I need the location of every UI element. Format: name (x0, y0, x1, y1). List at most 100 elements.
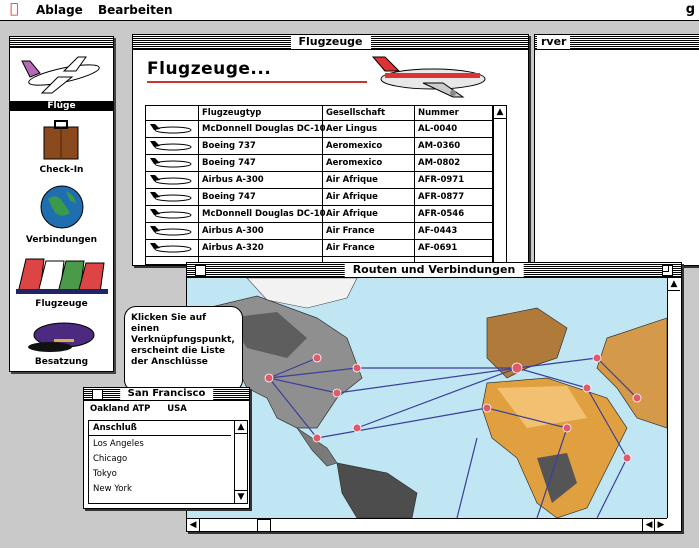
tool-label: Verbindungen (25, 235, 98, 245)
tool-check-in[interactable]: Check-In (10, 119, 113, 179)
cell-type: McDonnell Douglas DC-10 (202, 124, 326, 134)
scroll-down-arrow-icon[interactable]: ▼ (235, 490, 247, 503)
table-row[interactable]: McDonnell Douglas DC-10 Aer Lingus AL-00… (146, 121, 506, 138)
col-header-company[interactable]: Gesellschaft (326, 108, 385, 118)
list-item[interactable]: Chicago (93, 454, 127, 464)
tool-verbindungen[interactable]: Verbindungen (10, 183, 113, 249)
cell-type: Boeing 737 (202, 141, 256, 151)
cell-type: Boeing 747 (202, 192, 256, 202)
sf-window-title: San Francisco (119, 388, 214, 400)
close-box-icon[interactable] (92, 389, 103, 400)
pilot-cap-icon (28, 322, 95, 352)
cell-type: Airbus A-320 (202, 243, 264, 253)
sf-titlebar[interactable]: San Francisco (84, 388, 249, 401)
list-item[interactable]: New York (93, 484, 132, 494)
menu-right-fragment: g (685, 2, 695, 17)
scroll-up-arrow-icon[interactable]: ▲ (235, 421, 247, 434)
world-map-graphic (187, 278, 667, 518)
list-header: Anschluß (89, 421, 231, 436)
connections-list: Anschluß Los Angeles Chicago Tokyo New Y… (88, 420, 248, 504)
tool-palette: Flüge Check-In Verbindungen Flugzeuge Be… (9, 36, 114, 372)
table-row[interactable]: Boeing 747 Air Afrique AFR-0877 (146, 189, 506, 206)
menu-ablage[interactable]: Ablage (36, 3, 83, 17)
flugzeuge-titlebar[interactable]: Flugzeuge (133, 35, 528, 50)
scroll-thumb[interactable] (257, 519, 271, 532)
table-row[interactable]: McDonnell Douglas DC-10 Air Afrique AFR-… (146, 206, 506, 223)
close-box-icon[interactable] (195, 265, 206, 276)
airline-tails-icon (16, 258, 108, 294)
airplane-icon (150, 192, 192, 202)
airplane-icon (21, 56, 100, 94)
san-francisco-window: San Francisco Oakland ATP USA Anschluß L… (83, 387, 250, 509)
airport-country: USA (167, 404, 187, 414)
cell-company: Air Afrique (326, 175, 378, 185)
airplane-icon (150, 158, 192, 168)
tool-label: Flüge (10, 101, 113, 111)
cell-company: Aer Lingus (326, 124, 378, 134)
table-row[interactable]: Airbus A-300 Air Afrique AFR-0971 (146, 172, 506, 189)
cell-number: AM-0360 (418, 141, 461, 151)
table-row[interactable]: Airbus A-300 Air France AF-0443 (146, 223, 506, 240)
cell-company: Air Afrique (326, 209, 378, 219)
list-item[interactable]: Tokyo (93, 469, 117, 479)
menu-bearbeiten[interactable]: Bearbeiten (98, 3, 173, 17)
tool-flugzeuge[interactable]: Flugzeuge (10, 253, 113, 313)
cell-company: Aeromexico (326, 141, 383, 151)
cell-number: AM-0802 (418, 158, 461, 168)
tool-label: Besatzung (34, 357, 89, 367)
airplane-icon (150, 124, 192, 134)
scroll-left-arrow-icon[interactable]: ◀ (187, 519, 200, 531)
table-header: Flugzeugtyp Gesellschaft Nummer (146, 106, 506, 121)
routen-window: Routen und Verbindungen ▲ ◀ ◀ ▶ (186, 262, 682, 532)
table-row[interactable]: Airbus A-320 Air France AF-0691 (146, 240, 506, 257)
cell-number: AFR-0971 (418, 175, 465, 185)
table-scrollbar[interactable]: ▲ (493, 106, 506, 264)
server-titlebar[interactable]: rver (535, 35, 699, 50)
airplane-icon (150, 243, 192, 253)
cell-number: AFR-0877 (418, 192, 465, 202)
airport-info: Oakland ATP USA (90, 404, 187, 414)
airplane-icon (150, 226, 192, 236)
scroll-right-arrow-icon[interactable]: ▶ (654, 519, 667, 531)
cell-type: Airbus A-300 (202, 226, 264, 236)
aircraft-table: Flugzeugtyp Gesellschaft Nummer McDonnel… (145, 105, 507, 265)
list-item[interactable]: Los Angeles (93, 439, 144, 449)
server-window: rver (534, 34, 699, 266)
table-row[interactable]: Boeing 747 Aeromexico AM-0802 (146, 155, 506, 172)
cell-number: AF-0443 (418, 226, 458, 236)
scroll-up-arrow-icon[interactable]: ▲ (668, 278, 680, 291)
airplane-icon (150, 209, 192, 219)
map-horizontal-scrollbar[interactable]: ◀ ◀ ▶ (187, 518, 667, 532)
list-scrollbar[interactable]: ▲ ▼ (234, 421, 247, 503)
palette-titlebar[interactable] (10, 37, 113, 48)
cell-type: Airbus A-300 (202, 175, 264, 185)
cell-company: Air France (326, 243, 375, 253)
scroll-up-arrow-icon[interactable]: ▲ (494, 106, 506, 119)
list-header-label: Anschluß (93, 423, 137, 433)
airport-name: Oakland ATP (90, 404, 151, 414)
cell-company: Air France (326, 226, 375, 236)
cell-number: AFR-0546 (418, 209, 465, 219)
world-route-map[interactable] (187, 278, 667, 518)
callout-text: Klicken Sie auf einen Verknüpfungspunkt,… (131, 313, 235, 367)
flugzeuge-window: Flugzeuge Flugzeuge... Flugzeugtyp Gesel… (132, 34, 529, 266)
cell-type: Boeing 747 (202, 158, 256, 168)
airplane-icon (150, 175, 192, 185)
apple-menu-icon[interactable]:  (10, 1, 18, 17)
map-vertical-scrollbar[interactable]: ▲ (667, 278, 681, 518)
help-callout: Klicken Sie auf einen Verknüpfungspunkt,… (124, 306, 243, 392)
menu-bar:  Ablage Bearbeiten g (0, 0, 699, 21)
zoom-box-icon[interactable] (662, 265, 673, 276)
cell-type: McDonnell Douglas DC-10 (202, 209, 326, 219)
cell-company: Air Afrique (326, 192, 378, 202)
col-header-number[interactable]: Nummer (418, 108, 459, 118)
table-row[interactable]: Boeing 737 Aeromexico AM-0360 (146, 138, 506, 155)
suitcase-icon (43, 120, 79, 160)
tool-fluege[interactable]: Flüge (10, 49, 113, 115)
globe-icon (40, 185, 84, 229)
col-header-type[interactable]: Flugzeugtyp (202, 108, 261, 118)
tool-besatzung[interactable]: Besatzung (10, 315, 113, 371)
airplane-illustration-icon (371, 56, 486, 98)
routen-titlebar[interactable]: Routen und Verbindungen (187, 263, 681, 278)
tool-label: Check-In (39, 165, 84, 175)
